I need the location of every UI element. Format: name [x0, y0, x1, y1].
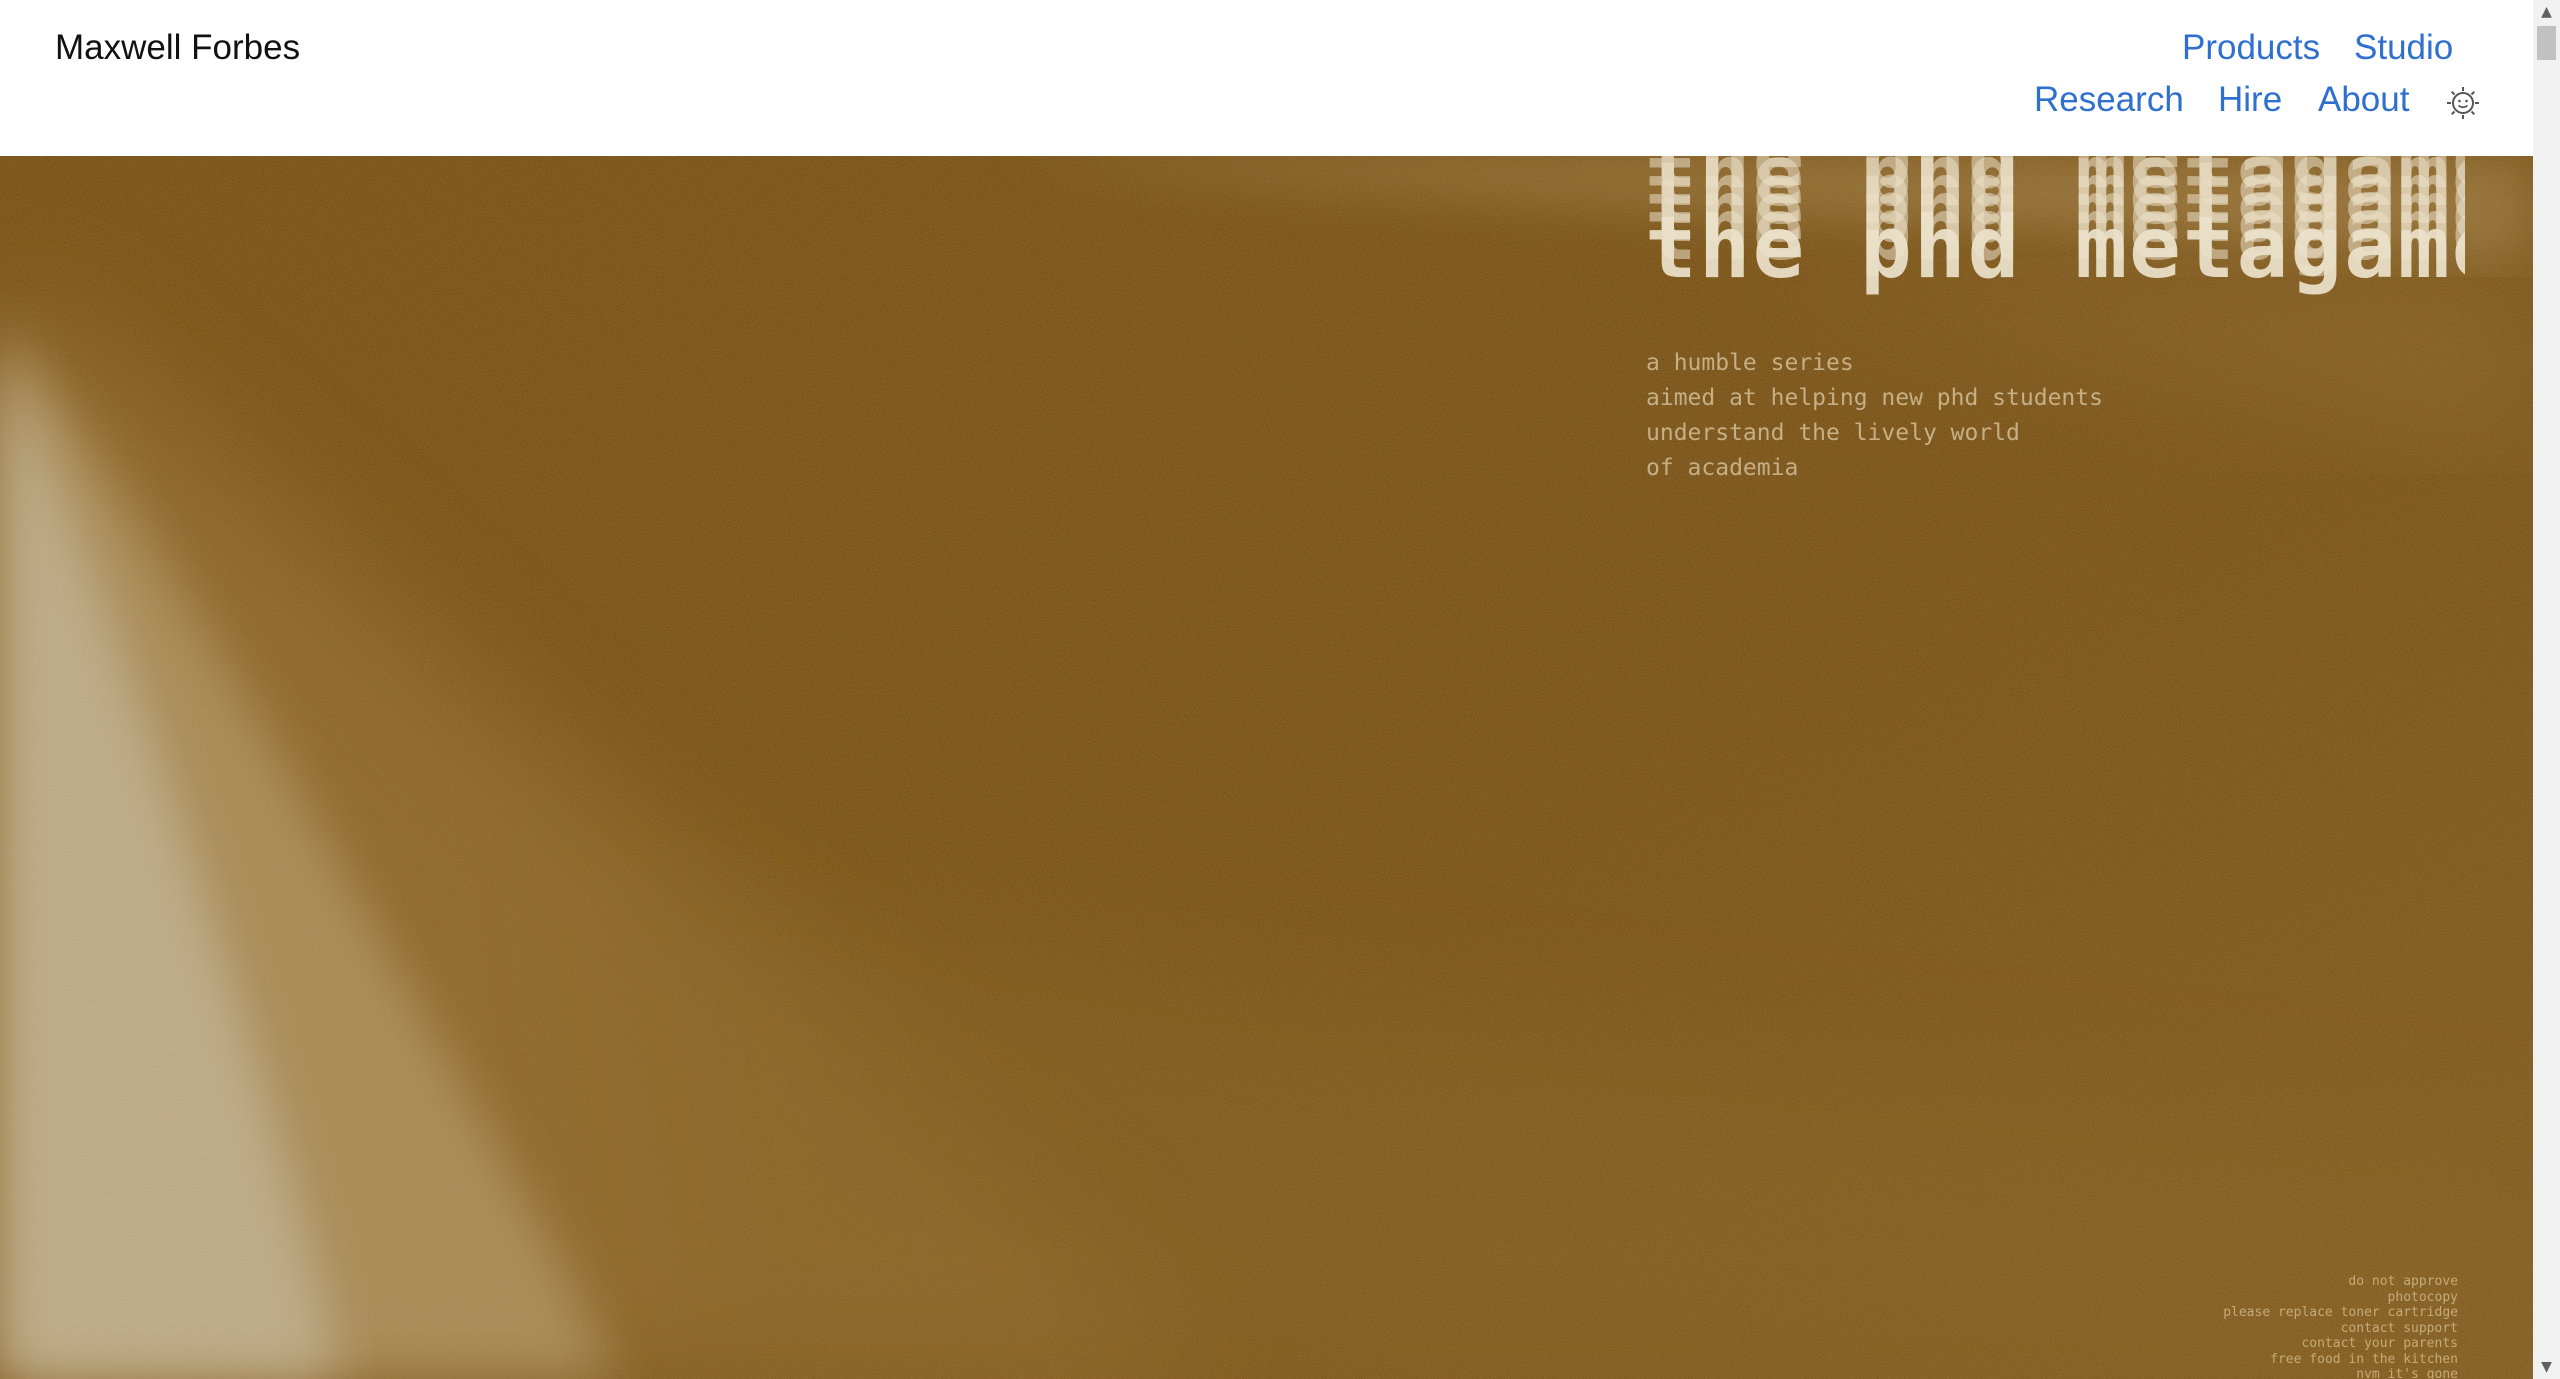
page: Maxwell Forbes Products Studio Research …: [0, 0, 2560, 1379]
scroll-down-arrow-icon[interactable]: ▼: [2533, 1355, 2560, 1379]
hero-background-image: [0, 156, 2533, 1379]
footer-note-line: free food in the kitchen: [2270, 1351, 2458, 1367]
footer-note-line: contact your parents: [2301, 1336, 2458, 1351]
hero-subtitle: a humble series aimed at helping new phd…: [1646, 346, 2103, 486]
scrollbar-thumb[interactable]: [2537, 26, 2556, 60]
nav-link-studio[interactable]: Studio: [2354, 28, 2453, 68]
nav-link-products[interactable]: Products: [2182, 28, 2320, 68]
hero-footer-notes: do not approve photocopy please replace …: [2223, 1274, 2458, 1379]
theme-toggle-icon[interactable]: [2446, 86, 2480, 120]
subtitle-line: understand the lively world: [1646, 420, 2020, 446]
subtitle-line: of academia: [1646, 455, 1799, 481]
footer-note-line: photocopy: [2387, 1289, 2458, 1305]
nav-link-hire[interactable]: Hire: [2218, 80, 2282, 120]
footer-note-line: nvm it's gone: [2356, 1367, 2458, 1379]
nav-link-about[interactable]: About: [2318, 80, 2409, 120]
subtitle-line: aimed at helping new phd students: [1646, 385, 2103, 411]
hero-title-stack: the phd metagame the phd metagame the ph…: [1645, 156, 2465, 331]
vertical-scrollbar[interactable]: ▲ ▼: [2533, 0, 2560, 1379]
subtitle-line: a humble series: [1646, 350, 1854, 376]
site-title[interactable]: Maxwell Forbes: [55, 28, 300, 68]
footer-note-line: do not approve: [2348, 1274, 2458, 1289]
hero-banner: the phd metagame the phd metagame the ph…: [0, 156, 2533, 1379]
hero-title: the phd metagame: [1645, 198, 2465, 298]
site-header: Maxwell Forbes Products Studio Research …: [0, 0, 2533, 156]
footer-note-line: contact support: [2340, 1320, 2458, 1336]
nav-link-research[interactable]: Research: [2034, 80, 2184, 120]
scroll-up-arrow-icon[interactable]: ▲: [2533, 0, 2560, 24]
footer-note-line: please replace toner cartridge: [2223, 1305, 2458, 1320]
